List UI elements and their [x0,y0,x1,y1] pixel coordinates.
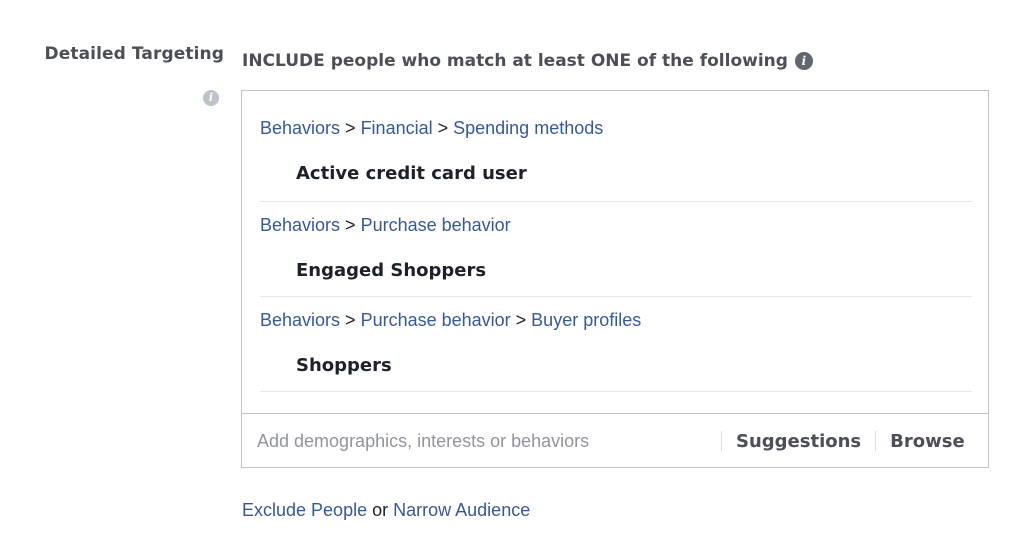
targeting-entry: Behaviors > Purchase behavior Engaged Shop… [260,202,972,297]
divider [721,431,722,451]
breadcrumb-link-behaviors[interactable]: Behaviors [260,310,340,330]
targeting-item[interactable]: Engaged Shoppers [296,260,486,281]
breadcrumb-link-behaviors[interactable]: Behaviors [260,215,340,235]
breadcrumb-link-buyer-profiles[interactable]: Buyer profiles [531,310,641,330]
targeting-entry: Behaviors > Financial > Spending methods Act… [260,91,972,202]
targeting-item[interactable]: Shoppers [296,355,392,376]
breadcrumb-separator: > [345,118,356,138]
info-icon[interactable]: i [203,90,219,106]
info-icon[interactable]: i [794,52,813,70]
breadcrumb-separator: > [345,310,356,330]
narrow-audience-link[interactable]: Narrow Audience [393,500,530,520]
targeting-entry: Behaviors > Purchase behavior > Buyer profil… [260,297,972,392]
targeting-item[interactable]: Active credit card user [296,163,527,184]
or-text: or [372,500,389,520]
targeting-box: Behaviors > Financial > Spending methods Act… [241,90,989,468]
breadcrumb: Behaviors > Purchase behavior [260,215,511,236]
divider [875,431,877,451]
include-heading: INCLUDE people who match at least ONE of… [242,51,813,71]
breadcrumb: Behaviors > Purchase behavior > Buyer profil… [260,310,641,331]
browse-button[interactable]: Browse [890,431,965,452]
detailed-targeting-label: Detailed Targeting [44,44,224,64]
breadcrumb-link-purchase-behavior[interactable]: Purchase behavior [361,310,511,330]
breadcrumb-separator: > [345,215,356,235]
breadcrumb-separator: > [437,118,449,138]
include-heading-text: INCLUDE people who match at least ONE of… [242,51,788,71]
audience-actions: Exclude People or Narrow Audience [242,500,530,521]
breadcrumb-link-spending-methods[interactable]: Spending methods [453,118,603,138]
breadcrumb: Behaviors > Financial > Spending methods [260,118,603,139]
search-bar: Suggestions Browse [242,413,988,468]
breadcrumb-link-behaviors[interactable]: Behaviors [260,118,340,138]
breadcrumb-link-financial[interactable]: Financial [361,118,433,138]
exclude-people-link[interactable]: Exclude People [242,500,367,520]
targeting-list: Behaviors > Financial > Spending methods Act… [260,91,972,392]
breadcrumb-separator: > [515,310,527,330]
suggestions-button[interactable]: Suggestions [736,431,861,452]
search-input[interactable] [257,430,707,452]
breadcrumb-link-purchase-behavior[interactable]: Purchase behavior [361,215,511,235]
